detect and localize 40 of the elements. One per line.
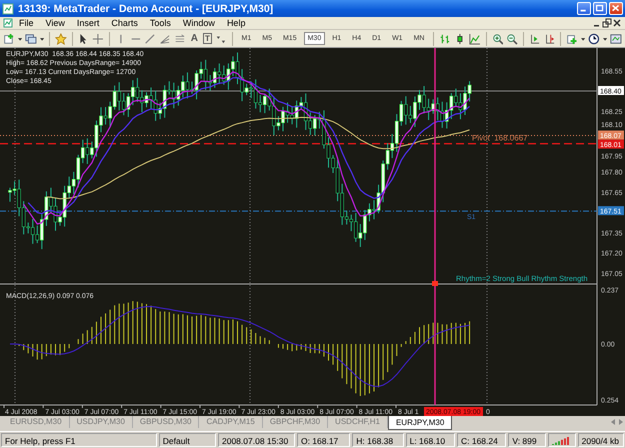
new-chart-icon[interactable] [3,32,15,46]
close-button[interactable] [609,2,623,15]
menu-item[interactable]: View [40,18,71,28]
clock-icon[interactable] [588,32,600,46]
app-icon [2,2,14,14]
chart-tab[interactable]: EURJPY,M30 [388,416,452,430]
crosshair-icon[interactable] [92,32,104,46]
low-price: L: 168.10 [406,433,455,447]
profile-name: Default [158,433,216,447]
menu-item[interactable]: File [13,18,40,28]
menu-item[interactable]: Tools [144,18,177,28]
windows-icon[interactable] [24,32,37,46]
line-chart-icon[interactable] [468,32,481,46]
zoom-in-icon[interactable] [492,32,504,46]
connection-bars-icon [552,436,570,445]
close-price: C: 168.24 [456,433,506,447]
window-title: 13139: MetaTrader - Demo Account - [EURJPY,M30] [18,2,274,14]
document-icon [3,18,13,28]
menu-item[interactable]: Help [220,18,252,28]
text-tool[interactable]: A [188,33,200,44]
star-icon[interactable] [54,32,67,46]
menu-item[interactable]: Window [176,18,221,28]
close-icon[interactable] [612,18,622,28]
trend-line-icon[interactable] [144,32,156,46]
help-text: For Help, press F1 [1,433,157,447]
menu-item[interactable]: Charts [105,18,144,28]
traffic-text: 2090/4 kb [578,433,624,447]
bar-time: 2008.07.08 15:30 [218,433,295,447]
zoom-out-icon[interactable] [506,32,518,46]
cursor-marker [432,281,438,286]
open-price: O: 168.17 [296,433,350,447]
label-tool[interactable]: T [202,33,212,44]
maximize-button[interactable] [593,2,607,15]
minimize-button[interactable] [577,2,591,15]
template-icon[interactable] [610,32,622,46]
restore-icon[interactable] [602,18,612,28]
high-price: H: 168.38 [352,433,404,447]
volume-text: V: 899 [508,433,546,447]
menu-item[interactable]: Insert [70,18,106,28]
pivot-label: Pivot 168.0667 [472,134,528,143]
